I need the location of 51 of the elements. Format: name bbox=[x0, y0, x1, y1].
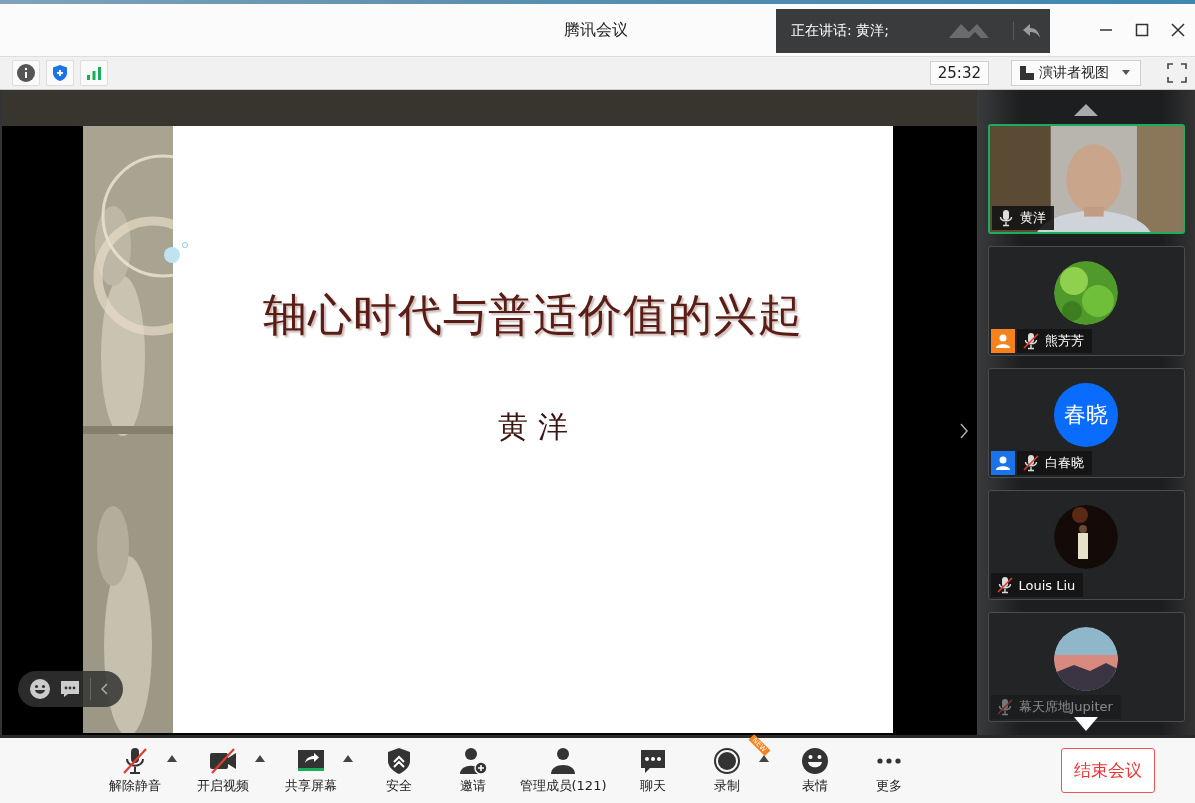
security-button[interactable] bbox=[46, 60, 74, 86]
participant-tile[interactable]: 黄洋 bbox=[987, 124, 1185, 234]
info-button[interactable] bbox=[12, 60, 40, 86]
toolbar-button[interactable]: 管理成员(121) bbox=[515, 742, 611, 799]
view-label: 演讲者视图 bbox=[1039, 64, 1109, 82]
toolbar-button[interactable]: 聊天 bbox=[621, 742, 685, 799]
participant-tile[interactable]: 幕天席地Jupiter bbox=[987, 612, 1185, 722]
participant-name: 熊芳芳 bbox=[1044, 332, 1084, 350]
bubble-drawing bbox=[163, 242, 189, 264]
toolbar-button[interactable]: 表情 bbox=[783, 742, 847, 799]
participant-tile[interactable]: 春晓 白春晓 bbox=[987, 368, 1185, 478]
maximize-icon[interactable] bbox=[1135, 23, 1149, 37]
shield-icon bbox=[51, 64, 69, 82]
view-dropdown[interactable]: 演讲者视图 bbox=[1011, 60, 1141, 86]
end-meeting-button[interactable]: 结束会议 bbox=[1061, 748, 1155, 793]
close-icon[interactable] bbox=[1171, 23, 1185, 37]
participant-tile[interactable]: 熊芳芳 bbox=[987, 246, 1185, 356]
chat-icon[interactable] bbox=[60, 680, 80, 698]
chevron-left-icon[interactable] bbox=[101, 683, 109, 695]
avatar: 春晓 bbox=[1054, 383, 1118, 447]
emoji-icon[interactable] bbox=[30, 679, 50, 699]
caret-icon[interactable] bbox=[343, 754, 353, 762]
participant-name: 黄洋 bbox=[1019, 209, 1046, 227]
participant-tile[interactable]: Louis Liu bbox=[987, 490, 1185, 600]
slide-author: 黄 洋 bbox=[498, 408, 568, 446]
meeting-timer: 25:32 bbox=[929, 61, 989, 85]
layout-icon bbox=[1020, 66, 1034, 80]
participant-name: 幕天席地Jupiter bbox=[1018, 698, 1113, 716]
signal-button[interactable] bbox=[80, 60, 108, 86]
toolbar-button[interactable]: 更多 bbox=[857, 742, 921, 799]
caret-icon[interactable] bbox=[255, 754, 265, 762]
info-icon bbox=[17, 64, 35, 82]
speaking-text: 正在讲话: 黄洋; bbox=[791, 22, 890, 40]
toolbar-button[interactable]: 共享屏幕 bbox=[279, 742, 343, 799]
caret-icon[interactable] bbox=[167, 754, 177, 762]
window-title: 腾讯会议 bbox=[564, 20, 628, 41]
toolbar-button[interactable]: 开启视频 bbox=[191, 742, 255, 799]
caret-icon[interactable] bbox=[759, 754, 769, 762]
toolbar-button[interactable]: 邀请 bbox=[441, 742, 505, 799]
scroll-down-icon[interactable] bbox=[1074, 717, 1098, 731]
toolbar-button[interactable]: 安全 bbox=[367, 742, 431, 799]
caret-icon bbox=[1122, 70, 1130, 76]
slide-title: 轴心时代与普适价值的兴起 bbox=[263, 288, 803, 342]
signal-icon bbox=[85, 64, 103, 82]
toolbar-button[interactable]: 解除静音 bbox=[103, 742, 167, 799]
chevron-right-icon[interactable] bbox=[959, 422, 969, 439]
participant-name: Louis Liu bbox=[1018, 577, 1076, 593]
reply-arrow-icon[interactable] bbox=[1013, 22, 1042, 40]
scroll-up-icon[interactable] bbox=[1074, 104, 1098, 116]
fullscreen-icon[interactable] bbox=[1167, 63, 1187, 83]
participant-name: 白春晓 bbox=[1044, 454, 1084, 472]
